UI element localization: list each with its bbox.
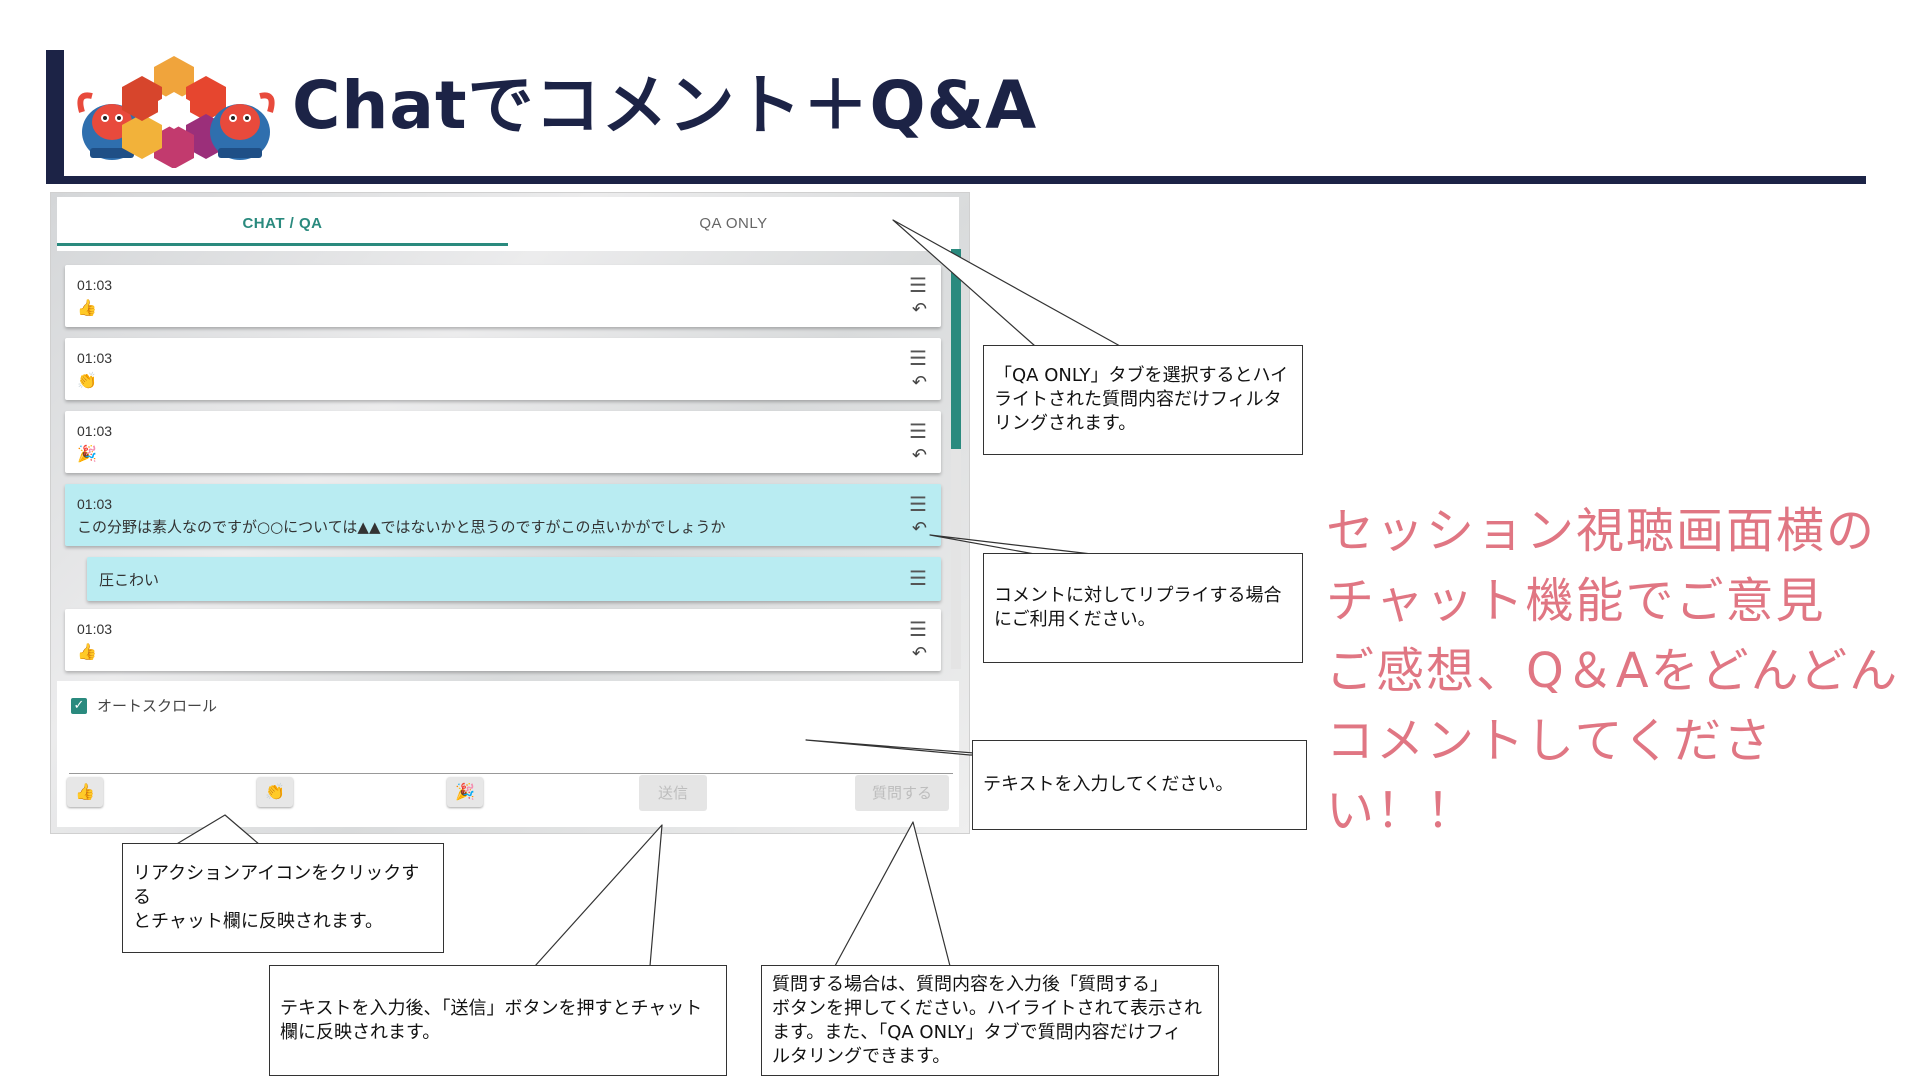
reply-icon[interactable]: ↶ xyxy=(912,374,927,392)
autoscroll-label: オートスクロール xyxy=(97,697,218,715)
party-popper-icon: 🎉 xyxy=(77,444,97,463)
clap-icon: 👏 xyxy=(77,371,97,390)
reply-icon[interactable]: ↶ xyxy=(912,301,927,319)
menu-icon[interactable]: ☰ xyxy=(909,568,927,588)
send-callout-text: テキストを入力後、「送信」ボタンを押すとチャット 欄に反映されます。 xyxy=(280,997,703,1043)
text-input-callout-text: テキストを入力してください。 xyxy=(983,774,1234,795)
thumbs-up-icon: 👍 xyxy=(75,782,95,801)
promo-side-text: セッション視聴画面横の チャット機能でご意見 ご感想、Q＆Aをどんどん コメント… xyxy=(1326,503,1900,839)
message-text: この分野は素人なのですが○○については▲▲ではないかと思うのですがこの点いかがで… xyxy=(77,518,726,536)
reaction-callout-text: リアクションアイコンをクリックする とチャット欄に反映されます。 xyxy=(133,863,420,932)
qa-only-callout-text: 「QA ONLY」タブを選択するとハイ ライトされた質問内容だけフィルタ リング… xyxy=(994,365,1289,434)
message-time: 01:03 xyxy=(77,350,113,366)
reply-icon[interactable]: ↶ xyxy=(912,645,927,663)
reply-callout: コメントに対してリプライする場合 にご利用ください。 xyxy=(983,553,1303,663)
composer-area: ✓ オートスクロール 👍 👏 🎉 送信 質問する xyxy=(57,681,959,827)
chat-reply-message: 圧こわい ☰ xyxy=(87,557,941,601)
tab-qa-only[interactable]: QA ONLY xyxy=(508,197,959,251)
reaction-callout: リアクションアイコンをクリックする とチャット欄に反映されます。 xyxy=(122,843,444,953)
autoscroll-toggle[interactable]: ✓ オートスクロール xyxy=(71,695,217,716)
message-time: 01:03 xyxy=(77,423,113,439)
header-accent-bar xyxy=(46,50,64,184)
message-text: 圧こわい xyxy=(99,571,160,589)
message-time: 01:03 xyxy=(77,621,113,637)
header-underline xyxy=(46,176,1866,184)
autoscroll-checkbox[interactable]: ✓ xyxy=(71,697,87,714)
thumbs-up-reaction-button[interactable]: 👍 xyxy=(67,777,103,807)
scrollbar[interactable] xyxy=(951,249,961,669)
chat-message: 01:03 👍 ☰ ↶ xyxy=(65,265,941,327)
ask-callout-text: 質問する場合は、質問内容を入力後「質問する」 ボタンを押してください。ハイライト… xyxy=(772,973,1203,1067)
message-list: 01:03 👍 ☰ ↶ 01:03 👏 ☰ ↶ 01:03 🎉 ☰ ↶ 01:0… xyxy=(51,255,969,675)
chat-panel: CHAT / QA QA ONLY 01:03 👍 ☰ ↶ 01:03 👏 ☰ … xyxy=(50,192,970,834)
message-time: 01:03 xyxy=(77,496,113,512)
ask-callout: 質問する場合は、質問内容を入力後「質問する」 ボタンを押してください。ハイライト… xyxy=(761,965,1219,1076)
thumbs-up-icon: 👍 xyxy=(77,642,97,661)
shisa-logo-icon xyxy=(77,56,275,168)
qa-only-callout: 「QA ONLY」タブを選択するとハイ ライトされた質問内容だけフィルタ リング… xyxy=(983,345,1303,455)
slide-title: Chatでコメント＋Q&A xyxy=(292,67,1038,144)
hexagon-ring-icon xyxy=(122,56,226,168)
chat-message: 01:03 👏 ☰ ↶ xyxy=(65,338,941,400)
clap-icon: 👏 xyxy=(265,782,285,801)
message-input[interactable] xyxy=(69,727,953,774)
menu-icon[interactable]: ☰ xyxy=(909,421,927,441)
menu-icon[interactable]: ☰ xyxy=(909,275,927,295)
ask-callout-pointer xyxy=(834,821,951,967)
reply-icon[interactable]: ↶ xyxy=(912,520,927,538)
thumbs-up-icon: 👍 xyxy=(77,298,97,317)
party-popper-reaction-button[interactable]: 🎉 xyxy=(447,777,483,807)
text-input-callout: テキストを入力してください。 xyxy=(972,740,1307,830)
send-callout-pointer xyxy=(534,824,663,967)
scrollbar-thumb[interactable] xyxy=(951,249,961,449)
message-time: 01:03 xyxy=(77,277,113,293)
send-callout: テキストを入力後、「送信」ボタンを押すとチャット 欄に反映されます。 xyxy=(269,965,727,1076)
clap-reaction-button[interactable]: 👏 xyxy=(257,777,293,807)
menu-icon[interactable]: ☰ xyxy=(909,348,927,368)
chat-message: 01:03 🎉 ☰ ↶ xyxy=(65,411,941,473)
chat-question-message: 01:03 この分野は素人なのですが○○については▲▲ではないかと思うのですがこ… xyxy=(65,484,941,546)
reply-icon[interactable]: ↶ xyxy=(912,447,927,465)
party-popper-icon: 🎉 xyxy=(455,782,475,801)
active-tab-indicator xyxy=(57,243,508,246)
chat-message: 01:03 👍 ☰ ↶ xyxy=(65,609,941,671)
ask-question-button[interactable]: 質問する xyxy=(855,775,949,811)
menu-icon[interactable]: ☰ xyxy=(909,619,927,639)
send-button[interactable]: 送信 xyxy=(639,775,707,811)
reply-callout-text: コメントに対してリプライする場合 にご利用ください。 xyxy=(994,585,1282,630)
menu-icon[interactable]: ☰ xyxy=(909,494,927,514)
